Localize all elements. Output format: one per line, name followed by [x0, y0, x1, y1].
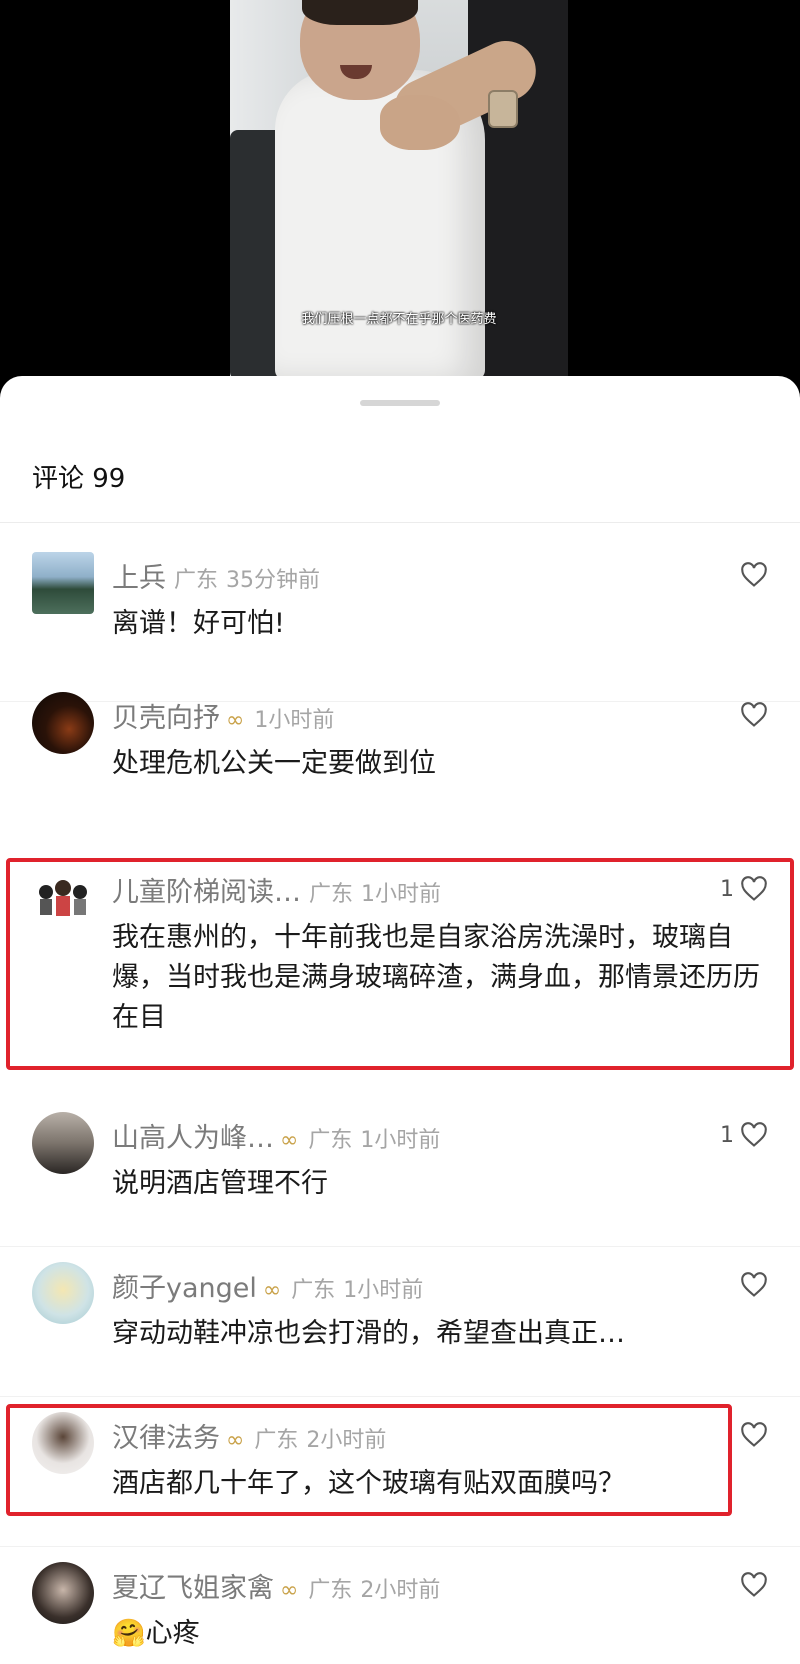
drag-handle[interactable]: [360, 400, 440, 406]
comment-text-content: 心疼: [145, 1618, 200, 1649]
video-area[interactable]: 我们压根一点都不在乎那个医药费: [0, 0, 800, 380]
vip-badge-icon: ∞: [280, 1578, 298, 1603]
comment-text: 处理危机公关一定要做到位: [112, 748, 436, 779]
comment-time: 1小时前: [343, 1278, 424, 1303]
avatar[interactable]: [32, 1562, 94, 1624]
heart-icon: [741, 1272, 767, 1297]
video-frame[interactable]: 我们压根一点都不在乎那个医药费: [230, 0, 568, 380]
divider: [0, 1246, 800, 1247]
avatar[interactable]: [32, 692, 94, 754]
commenter-name[interactable]: 颜子yangel: [112, 1273, 257, 1304]
comment-meta: 颜子yangel ∞ 广东 1小时前: [112, 1266, 423, 1305]
commenter-name[interactable]: 贝壳向抒: [112, 703, 220, 734]
heart-icon: [741, 1422, 767, 1447]
comment-text: 穿动动鞋冲凉也会打滑的，希望查出真正…: [112, 1318, 625, 1349]
comment-item[interactable]: 颜子yangel ∞ 广东 1小时前 穿动动鞋冲凉也会打滑的，希望查出真正…: [0, 1260, 800, 1380]
like-button[interactable]: [734, 702, 768, 728]
video-watch: [488, 90, 518, 128]
vip-badge-icon: ∞: [226, 708, 244, 733]
heart-icon: [741, 1122, 767, 1147]
comment-text: 说明酒店管理不行: [112, 1168, 328, 1199]
comment-text: 离谱！好可怕!: [112, 608, 285, 639]
comment-time: 1小时前: [360, 1128, 441, 1153]
vip-badge-icon: ∞: [262, 1278, 281, 1303]
video-caption: 我们压根一点都不在乎那个医药费: [301, 312, 497, 327]
comments-title: 评论 99: [32, 464, 126, 494]
comment-location: 广东: [291, 1278, 336, 1303]
comment-location: 广东: [308, 1578, 353, 1603]
hug-emoji-icon: 🤗: [112, 1618, 146, 1649]
comment-item[interactable]: 贝壳向抒 ∞ 1小时前 处理危机公关一定要做到位: [0, 690, 800, 810]
comment-time: 2小时前: [360, 1578, 441, 1603]
comment-time: 1小时前: [254, 708, 335, 733]
like-button[interactable]: [734, 562, 768, 588]
comment-time: 35分钟前: [226, 568, 321, 593]
heart-icon: [741, 702, 767, 727]
divider: [0, 1396, 800, 1397]
divider: [0, 522, 800, 523]
comment-item[interactable]: 山高人为峰… ∞ 广东 1小时前 说明酒店管理不行 1: [0, 1110, 800, 1230]
comment-meta: 上兵 广东 35分钟前: [112, 556, 320, 595]
avatar[interactable]: [32, 552, 94, 614]
comment-text: 🤗心疼: [112, 1614, 782, 1654]
commenter-name[interactable]: 山高人为峰…: [112, 1123, 274, 1154]
comment-meta: 夏辽飞姐家禽 ∞ 广东 2小时前: [112, 1566, 440, 1605]
commenter-name[interactable]: 上兵: [112, 563, 166, 594]
comment-item[interactable]: 上兵 广东 35分钟前 离谱！好可怕!: [0, 550, 800, 670]
avatar[interactable]: [32, 1112, 94, 1174]
comment-meta: 贝壳向抒 ∞ 1小时前: [112, 696, 334, 735]
like-button[interactable]: [734, 1272, 768, 1298]
heart-icon: [741, 562, 767, 587]
heart-icon: [741, 1572, 767, 1597]
vip-badge-icon: ∞: [280, 1128, 298, 1153]
like-count: 1: [720, 1122, 734, 1148]
video-adult-hand: [380, 95, 460, 150]
comment-meta: 山高人为峰… ∞ 广东 1小时前: [112, 1116, 440, 1155]
divider: [0, 1546, 800, 1547]
comment-location: 广东: [308, 1128, 353, 1153]
highlight-box: [6, 1404, 732, 1516]
comment-location: 广东: [174, 568, 219, 593]
avatar[interactable]: [32, 1262, 94, 1324]
comment-item[interactable]: 夏辽飞姐家禽 ∞ 广东 2小时前 🤗心疼: [0, 1560, 800, 1660]
like-button[interactable]: [734, 1422, 768, 1448]
highlight-box: [6, 858, 794, 1070]
like-button[interactable]: 1: [720, 1122, 768, 1148]
video-child-hair: [302, 0, 418, 25]
commenter-name[interactable]: 夏辽飞姐家禽: [112, 1573, 274, 1604]
like-button[interactable]: [734, 1572, 768, 1598]
